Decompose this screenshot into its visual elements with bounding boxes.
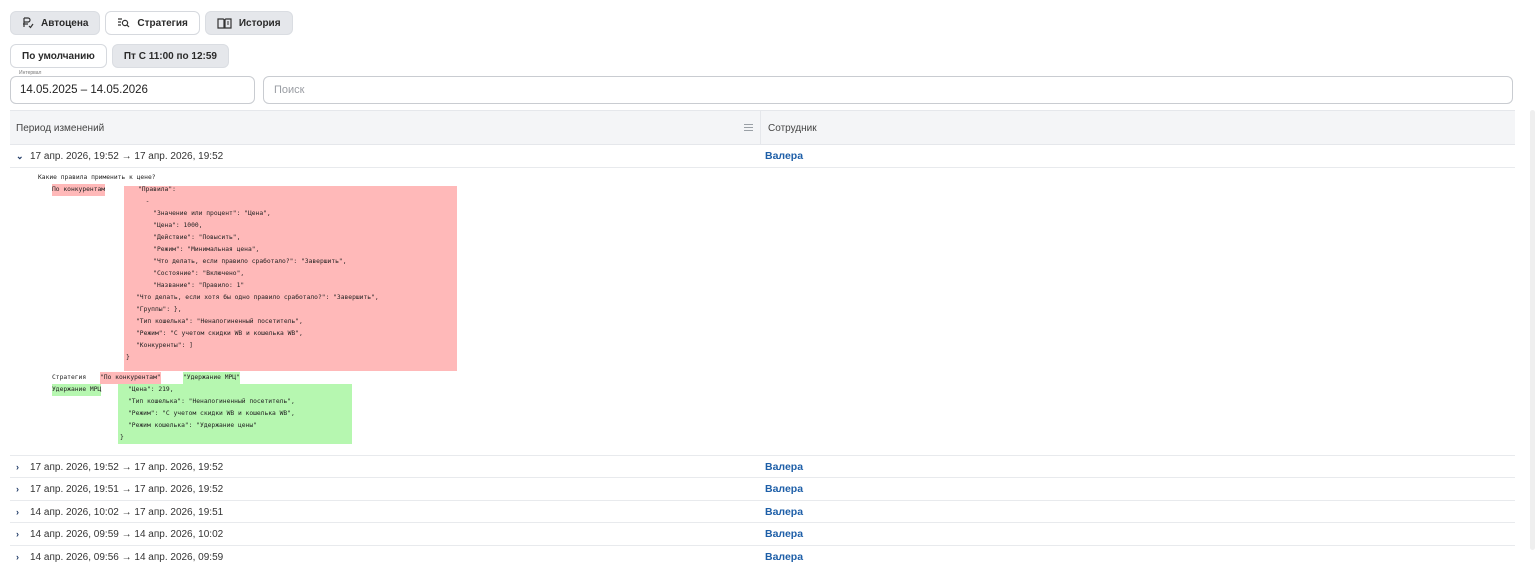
history-table: Период изменений Сотрудник ⌄ 17 апр. 202…: [10, 110, 1515, 567]
tab-history-label: История: [238, 17, 281, 29]
row-period: 17 апр. 2026, 19:52 → 17 апр. 2026, 19:5…: [30, 461, 224, 473]
search-input[interactable]: [263, 76, 1513, 104]
chevron-right-icon[interactable]: ›: [16, 552, 19, 562]
diff-question: Какие правила применить к цене?: [38, 173, 156, 181]
removed-line: "Название": "Правило: 1": [138, 281, 245, 289]
tab-autoprice-label: Автоцена: [41, 17, 89, 29]
tab-autoprice[interactable]: Автоцена: [10, 11, 101, 35]
chevron-right-icon[interactable]: ›: [16, 529, 19, 539]
removed-line: "Правила":: [138, 185, 176, 193]
default-filter-button[interactable]: По умолчанию: [10, 44, 107, 68]
chevron-right-icon[interactable]: ›: [16, 484, 19, 494]
tab-bar: Автоцена Стратегия История: [10, 11, 293, 35]
removed-line: "Режим": "С учетом скидки WB и кошелька …: [136, 329, 303, 337]
added-line: }: [120, 433, 124, 441]
vertical-scrollbar[interactable]: [1530, 110, 1535, 550]
tab-strategy[interactable]: Стратегия: [105, 11, 200, 35]
column-menu-icon[interactable]: [744, 124, 753, 133]
interval-field[interactable]: 14.05.2025 – 14.05.2026: [10, 76, 255, 104]
removed-line: "Что делать, если хотя бы одно правило с…: [136, 293, 379, 301]
removed-line: "Конкуренты": ]: [136, 341, 193, 349]
row-period: 14 апр. 2026, 09:56 → 14 апр. 2026, 09:5…: [30, 551, 224, 563]
tab-history[interactable]: История: [204, 11, 293, 35]
strategy-old-value: "По конкурентам": [100, 371, 161, 384]
column-divider[interactable]: [760, 111, 761, 144]
schedule-filter-button[interactable]: Пт С 11:00 по 12:59: [111, 44, 229, 68]
table-header: Период изменений Сотрудник: [10, 110, 1515, 145]
history-book-icon: [217, 17, 232, 29]
table-row-expanded[interactable]: ⌄ 17 апр. 2026, 19:52 → 17 апр. 2026, 19…: [10, 145, 1515, 168]
removed-line: "Действие": "Повысить",: [138, 233, 241, 241]
removed-line: "Значение или процент": "Цена",: [138, 209, 271, 217]
removed-line: -: [138, 197, 150, 205]
removed-line: "Тип кошелька": "Неналогиненный посетите…: [136, 317, 303, 325]
removed-line: "Группы": },: [136, 305, 182, 313]
added-line: "Тип кошелька": "Неналогиненный посетите…: [128, 397, 295, 405]
chevron-right-icon[interactable]: ›: [16, 462, 19, 472]
added-line: "Режим кошелька": "Удержание цены": [128, 421, 257, 429]
row-period: 17 апр. 2026, 19:52 → 17 апр. 2026, 19:5…: [30, 151, 224, 162]
table-row[interactable]: › 14 апр. 2026, 10:02 → 17 апр. 2026, 19…: [10, 501, 1515, 524]
strategy-label: Стратегия: [52, 373, 87, 381]
row-employee-link[interactable]: Валера: [765, 483, 803, 495]
added-key: Удержание МРЦ: [52, 383, 102, 396]
row-employee-link[interactable]: Валера: [765, 461, 803, 473]
row-period: 17 апр. 2026, 19:51 → 17 апр. 2026, 19:5…: [30, 484, 224, 496]
strategy-new-value: "Удержание МРЦ": [183, 371, 240, 384]
row-employee-link[interactable]: Валера: [765, 528, 803, 540]
table-row[interactable]: › 17 апр. 2026, 19:52 → 17 апр. 2026, 19…: [10, 456, 1515, 479]
chevron-right-icon[interactable]: ›: [16, 507, 19, 517]
row-employee-link[interactable]: Валера: [765, 506, 803, 518]
table-row[interactable]: › 14 апр. 2026, 09:59 → 14 апр. 2026, 10…: [10, 523, 1515, 546]
tab-strategy-label: Стратегия: [137, 17, 188, 29]
row-period: 14 апр. 2026, 10:02 → 17 апр. 2026, 19:5…: [30, 506, 224, 518]
row-period: 14 апр. 2026, 09:59 → 14 апр. 2026, 10:0…: [30, 529, 224, 541]
chevron-down-icon[interactable]: ⌄: [16, 151, 24, 162]
change-diff-panel: Какие правила применить к цене? По конку…: [10, 168, 1515, 456]
column-header-employee[interactable]: Сотрудник: [768, 123, 817, 134]
table-row[interactable]: › 14 апр. 2026, 09:56 → 14 апр. 2026, 09…: [10, 546, 1515, 567]
strategy-list-search-icon: [117, 17, 130, 29]
removed-line: "Что делать, если правило сработало?": "…: [138, 257, 347, 265]
row-employee-link[interactable]: Валера: [765, 551, 803, 563]
added-line: "Цена": 219,: [128, 385, 174, 393]
filter-bar: По умолчанию Пт С 11:00 по 12:59: [10, 44, 229, 68]
row-employee-link[interactable]: Валера: [765, 150, 803, 162]
removed-line: "Цена": 1000,: [138, 221, 203, 229]
removed-key: По конкурентам: [52, 183, 106, 196]
table-row[interactable]: › 17 апр. 2026, 19:51 → 17 апр. 2026, 19…: [10, 478, 1515, 501]
price-adjust-icon: [22, 17, 34, 29]
removed-line: "Состояние": "Включено",: [138, 269, 245, 277]
removed-line: "Режим": "Минимальная цена",: [138, 245, 260, 253]
added-line: "Режим": "С учетом скидки WB и кошелька …: [128, 409, 295, 417]
column-header-period[interactable]: Период изменений: [16, 123, 104, 134]
interval-label: Интервал: [17, 70, 44, 76]
removed-line: }: [126, 353, 130, 361]
